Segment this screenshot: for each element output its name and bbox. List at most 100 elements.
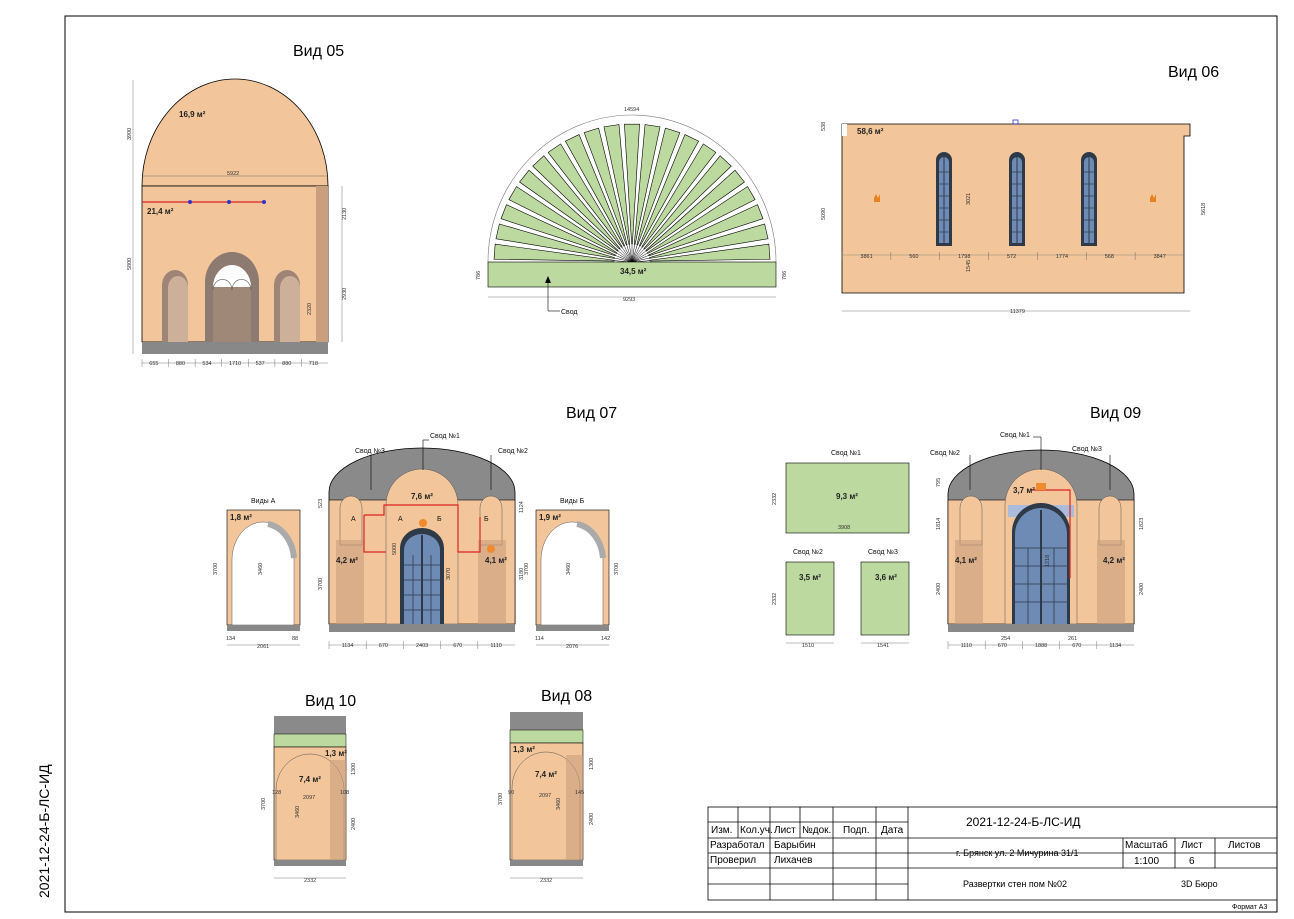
dim-value: 1110	[490, 643, 501, 649]
vault1-dim-h: 2332	[772, 493, 778, 505]
v07-area-right: 4,1 м²	[485, 556, 507, 565]
v07-dim-door: 3070	[446, 568, 452, 580]
v05-area-wall: 21,4 м²	[147, 207, 174, 216]
v10-area-top: 1,3 м²	[325, 749, 347, 758]
stamp-role1: Разработал	[710, 840, 765, 851]
view-09: Вид 09 3,7 м² 4,1 м² 4,2 м² Свод №1 Свод…	[930, 405, 1145, 649]
stamp-format: Формат А3	[1232, 904, 1268, 911]
dim-value: 670	[453, 643, 462, 649]
vault-dim-bottom: 9293	[623, 297, 635, 303]
vault2-dim-h: 2332	[772, 593, 778, 605]
v10-dim-w-in: 2097	[303, 795, 315, 801]
v09-area-right: 4,2 м²	[1103, 556, 1125, 565]
vault2-label: Свод №2	[793, 549, 823, 556]
view-05: Вид 05 16,9 м² 21,4 м² 5922 3900 5800 21…	[127, 43, 348, 367]
v08-dim-w-in: 2097	[539, 793, 551, 799]
v08-dim-w: 2332	[540, 878, 552, 884]
v09-dim-h3: 2400	[936, 583, 942, 595]
view-a-dim-r: 88	[292, 636, 298, 642]
v07-area-top: 7,6 м²	[411, 492, 433, 501]
view-a-dim-inner: 3460	[258, 563, 264, 575]
v09-dim-r2: 2400	[1139, 583, 1145, 595]
vault3-area: 3,6 м²	[875, 573, 897, 582]
v06-dim-top-small: 538	[821, 122, 827, 131]
v07-area-left: 4,2 м²	[336, 556, 358, 565]
vault-dim-top: 14594	[624, 107, 639, 113]
v09-area-top: 3,7 м²	[1013, 486, 1035, 495]
view-08-title: Вид 08	[541, 688, 592, 705]
dim-value: 670	[379, 643, 388, 649]
vault1-label: Свод №1	[831, 450, 861, 457]
view-08: Вид 08 1,3 м² 7,4 м² 3700 1300 2400 3460…	[498, 688, 595, 884]
v05-area-top: 16,9 м²	[179, 110, 206, 119]
v08-area-main: 7,4 м²	[535, 770, 557, 779]
v05-dim-h-top: 3900	[127, 128, 133, 140]
v07-dim-r: 1124	[519, 501, 525, 513]
v09-dim-h1: 795	[936, 478, 942, 487]
v10-dim-h: 3700	[261, 798, 267, 810]
v07-dim-arch: 523	[318, 499, 324, 508]
vault1-area: 9,3 м²	[836, 492, 858, 501]
v10-area-main: 7,4 м²	[299, 775, 321, 784]
stamp-title: Развертки стен пом №02	[963, 879, 1068, 889]
dim-value: 670	[998, 643, 1007, 649]
view-a-title: Виды А	[251, 498, 276, 505]
v09-vault3: Свод №3	[1072, 446, 1102, 453]
dim-value: 718	[309, 361, 318, 367]
vault-panels: Свод №1 9,3 м² 3908 2332 Свод №2 3,5 м² …	[772, 450, 910, 649]
v08-dim-r1: 1300	[589, 758, 595, 770]
vault2-area: 3,5 м²	[799, 573, 821, 582]
vault3-label: Свод №3	[868, 549, 898, 556]
v05-dim-h-total: 5800	[127, 258, 133, 270]
vault3-dim-w: 1541	[877, 643, 889, 649]
dim-value: 3861	[860, 254, 872, 260]
stamp-company: 3D Бюро	[1181, 879, 1218, 889]
v10-dim-inner: 3460	[295, 806, 301, 818]
dim-value: 3847	[1154, 254, 1166, 260]
dim-value: 537	[256, 361, 265, 367]
view-b-dim-h2: 3700	[614, 563, 620, 575]
view-b-title: Виды Б	[560, 498, 585, 505]
v07-mark-a2: А	[398, 516, 403, 523]
v06-dim-window-h: 3021	[966, 193, 972, 205]
view-a-dim-l: 134	[226, 636, 235, 642]
stamp-h-doc: №док.	[802, 825, 832, 836]
view-b-dim-l: 114	[535, 636, 544, 642]
v06-dim-sill: 1545	[966, 260, 972, 272]
dim-value: 568	[1105, 254, 1114, 260]
v07-vault1: Свод №1	[430, 433, 460, 440]
view-b-dim-inner: 3460	[566, 563, 572, 575]
stamp-role2: Проверил	[710, 855, 757, 866]
stamp-h-podp: Подп.	[843, 825, 870, 836]
view-10: Вид 10 1,3 м² 7,4 м² 3700 1300 2400 3460…	[261, 693, 357, 884]
view-a-area: 1,8 м²	[230, 513, 252, 522]
dim-value: 1798	[958, 254, 970, 260]
view-07-title: Вид 07	[566, 405, 617, 422]
vault-dim-right: 786	[782, 271, 788, 280]
dim-value: 670	[1072, 643, 1081, 649]
v09-dim-door: 1218	[1045, 555, 1051, 567]
stamp-name2: Лихачев	[774, 855, 813, 866]
view-06-title: Вид 06	[1168, 64, 1219, 81]
v09-area-left: 4,1 м²	[955, 556, 977, 565]
view-b-dim-r: 142	[601, 636, 610, 642]
v08-dim-inner: 3460	[556, 798, 562, 810]
vault1-dim-w: 3908	[838, 525, 850, 531]
v07-mark-b2: Б	[484, 516, 489, 523]
v06-dim-total: 11379	[1010, 309, 1025, 315]
dim-value: 572	[1007, 254, 1016, 260]
v09-dim-h2: 1814	[936, 518, 942, 530]
view-09-title: Вид 09	[1090, 405, 1141, 422]
v07-mark-b1: Б	[437, 516, 442, 523]
v08-dim-r2: 2400	[589, 813, 595, 825]
view-a: Виды А 1,8 м² 3700 3460 2061 134 88	[213, 498, 301, 650]
v09-dim-br: 261	[1068, 636, 1077, 642]
view-b-dim-h: 3700	[524, 563, 530, 575]
v07-vault2: Свод №2	[498, 448, 528, 455]
v06-dim-left: 5090	[821, 208, 827, 220]
v05-dome	[141, 78, 329, 187]
drawing-sheet: Вид 05 16,9 м² 21,4 м² 5922 3900 5800 21…	[64, 15, 1278, 913]
v09-vault1: Свод №1	[1000, 432, 1030, 439]
v05-dim-r1: 2130	[342, 208, 348, 220]
stamp-address: г. Брянск ул. 2 Мичурина 31/1	[956, 848, 1079, 858]
